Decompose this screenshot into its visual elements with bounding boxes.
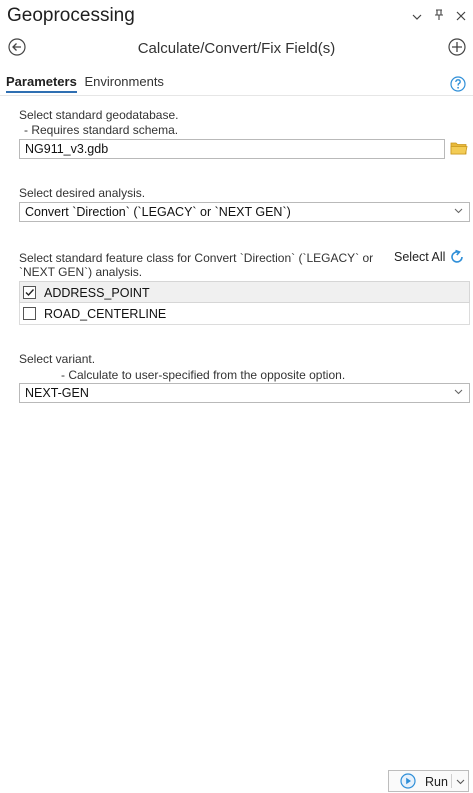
gdb-input[interactable]: NG911_v3.gdb [19,139,445,159]
tab-parameters[interactable]: Parameters [6,74,77,93]
tab-bar: Parameters Environments [6,74,168,94]
folder-icon[interactable] [450,140,468,156]
list-item[interactable]: ROAD_CENTERLINE [19,303,470,325]
analysis-dropdown[interactable]: Convert `Direction` (`LEGACY` or `NEXT G… [19,202,470,222]
tab-divider [0,95,473,96]
chevron-down-icon [454,389,463,395]
help-icon[interactable] [450,76,466,92]
analysis-label: Select desired analysis. [19,186,146,200]
chevron-down-icon[interactable] [411,9,423,24]
variant-label: Select variant. [19,352,96,366]
chevron-down-icon[interactable] [456,777,465,786]
list-item[interactable]: ADDRESS_POINT [19,281,470,303]
variant-value: NEXT-GEN [25,386,89,400]
list-item-label: ROAD_CENTERLINE [44,307,167,321]
variant-dropdown[interactable]: NEXT-GEN [19,383,470,403]
pane-window-controls [411,9,467,24]
checkbox-unchecked[interactable] [23,307,36,320]
play-icon [400,773,416,789]
select-all-button[interactable]: Select All [394,250,445,264]
checkbox-checked[interactable] [23,286,36,299]
pane-titlebar: Geoprocessing [0,0,473,32]
divider [451,774,452,788]
run-label: Run [425,775,448,789]
analysis-value: Convert `Direction` (`LEGACY` or `NEXT G… [25,205,291,219]
refresh-icon[interactable] [449,249,465,265]
gdb-label: Select standard geodatabase. [19,108,179,122]
variant-sublabel: - Calculate to user-specified from the o… [61,368,346,382]
feature-class-label: Select standard feature class for Conver… [19,251,384,279]
close-icon[interactable] [455,9,467,24]
pane-title: Geoprocessing [7,5,135,26]
tab-environments[interactable]: Environments [84,74,163,91]
plus-circle-icon [448,38,466,56]
pin-icon[interactable] [433,9,445,24]
feature-class-label-line2: `NEXT GEN`) analysis. [19,265,143,279]
gdb-value: NG911_v3.gdb [25,142,109,156]
run-button[interactable]: Run [388,770,469,792]
gdb-sublabel: - Requires standard schema. [24,123,179,137]
chevron-down-icon [454,208,463,214]
add-button[interactable] [447,37,467,57]
tool-header: Calculate/Convert/Fix Field(s) [0,36,473,62]
list-item-label: ADDRESS_POINT [44,286,150,300]
tool-title: Calculate/Convert/Fix Field(s) [137,40,336,57]
feature-class-list: ADDRESS_POINT ROAD_CENTERLINE [19,281,470,325]
feature-class-label-line1: Select standard feature class for Conver… [19,251,374,265]
